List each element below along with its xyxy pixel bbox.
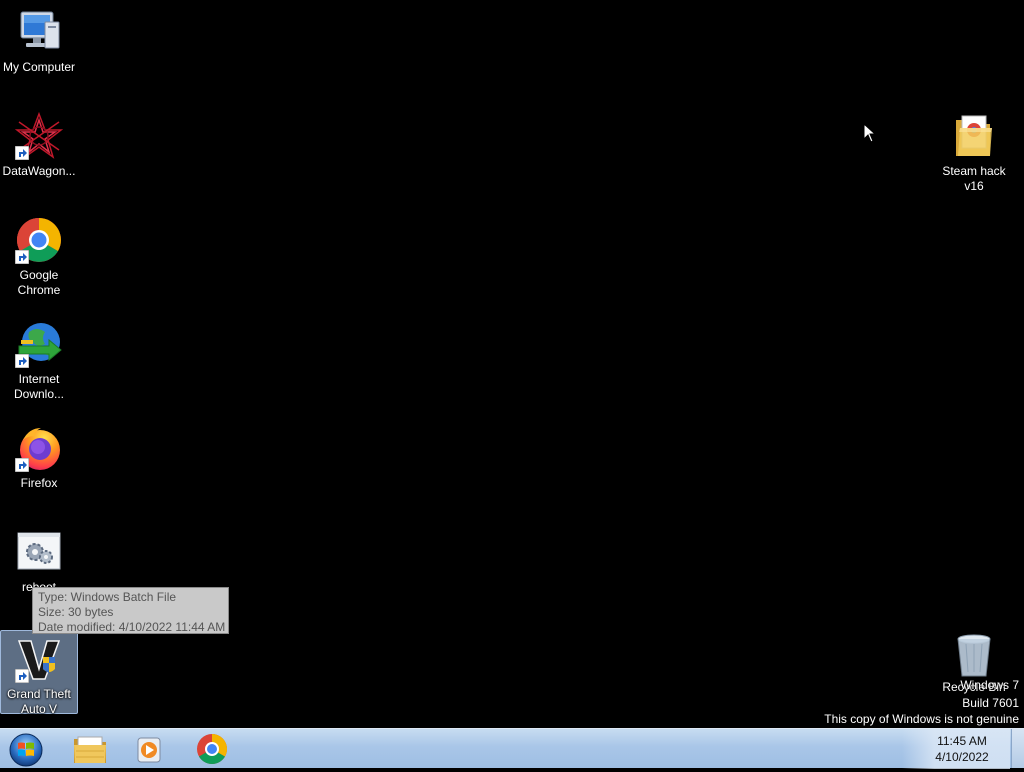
clock-time: 11:45 AM bbox=[937, 734, 987, 748]
start-button[interactable] bbox=[4, 731, 48, 767]
internet-download-manager-icon bbox=[15, 320, 63, 368]
tooltip-size: Size: 30 bytes bbox=[38, 605, 114, 619]
chrome-icon bbox=[197, 734, 228, 765]
taskbar-chrome-button[interactable] bbox=[186, 731, 238, 767]
file-info-tooltip: Type: Windows Batch File Size: 30 bytes … bbox=[32, 587, 229, 634]
watermark-build: Build 7601 bbox=[962, 696, 1019, 710]
explorer-icon bbox=[74, 736, 106, 763]
tooltip-type: Type: Windows Batch File bbox=[38, 590, 177, 604]
shortcut-arrow-icon bbox=[15, 458, 29, 472]
desktop-icon-label: DataWagon... bbox=[2, 164, 76, 178]
desktop-icon-datawagon[interactable]: DataWagon... bbox=[1, 111, 77, 179]
desktop-icon-steam-hack-folder[interactable]: Steam hack v16 bbox=[936, 112, 1012, 194]
desktop-icon-label: Auto V bbox=[20, 702, 58, 716]
desktop-icon-label: Firefox bbox=[20, 476, 58, 490]
shortcut-arrow-icon bbox=[15, 146, 29, 160]
desktop-icon-label: Internet bbox=[18, 372, 60, 386]
gta-v-icon bbox=[15, 635, 63, 683]
taskbar-media-player-button[interactable] bbox=[124, 731, 176, 767]
shortcut-arrow-icon bbox=[15, 669, 29, 683]
mouse-cursor-icon bbox=[863, 123, 875, 143]
watermark-not-genuine: This copy of Windows is not genuine bbox=[824, 712, 1019, 726]
clock-date: 4/10/2022 bbox=[935, 750, 989, 764]
desktop-icon-my-computer[interactable]: My Computer bbox=[1, 8, 77, 75]
desktop-icon-label: Grand Theft bbox=[7, 687, 71, 701]
desktop-icon-google-chrome[interactable]: Google Chrome bbox=[1, 216, 77, 298]
desktop-icon-internet-download-manager[interactable]: Internet Downlo... bbox=[1, 320, 77, 402]
desktop-icon-label: Steam hack bbox=[942, 164, 1006, 178]
shortcut-arrow-icon bbox=[15, 250, 29, 264]
media-player-icon bbox=[137, 737, 161, 763]
tooltip-date-modified: Date modified: 4/10/2022 11:44 AM bbox=[38, 620, 226, 634]
folder-icon bbox=[950, 112, 998, 160]
taskbar-clock[interactable]: 11:45 AM 4/10/2022 bbox=[922, 733, 1002, 765]
taskbar: 11:45 AM 4/10/2022 bbox=[0, 728, 1024, 769]
desktop-icon-label: My Computer bbox=[2, 60, 76, 74]
datawagon-icon bbox=[14, 111, 64, 160]
desktop-icon-label: v16 bbox=[964, 179, 984, 193]
show-desktop-button[interactable] bbox=[1011, 729, 1024, 768]
recycle-bin-icon bbox=[950, 632, 998, 680]
start-orb-icon bbox=[9, 733, 43, 767]
firefox-icon bbox=[15, 424, 63, 472]
desktop-icon-grand-theft-auto-v[interactable]: Grand Theft Auto V bbox=[0, 630, 78, 716]
taskbar-explorer-button[interactable] bbox=[64, 731, 116, 767]
desktop-icon-label: Google bbox=[19, 268, 59, 282]
batch-file-icon bbox=[15, 528, 63, 576]
desktop-icon-reboot[interactable]: reboot bbox=[1, 528, 77, 595]
desktop-icon-firefox[interactable]: Firefox bbox=[1, 424, 77, 491]
watermark-windows-version: Windows 7 bbox=[960, 678, 1019, 692]
desktop[interactable]: My Computer DataWagon... Google Chrome I… bbox=[0, 0, 1024, 728]
chrome-icon bbox=[15, 216, 63, 264]
desktop-icon-label: Chrome bbox=[17, 283, 61, 297]
computer-icon bbox=[15, 8, 63, 56]
shortcut-arrow-icon bbox=[15, 354, 29, 368]
desktop-icon-label: Downlo... bbox=[13, 387, 65, 401]
